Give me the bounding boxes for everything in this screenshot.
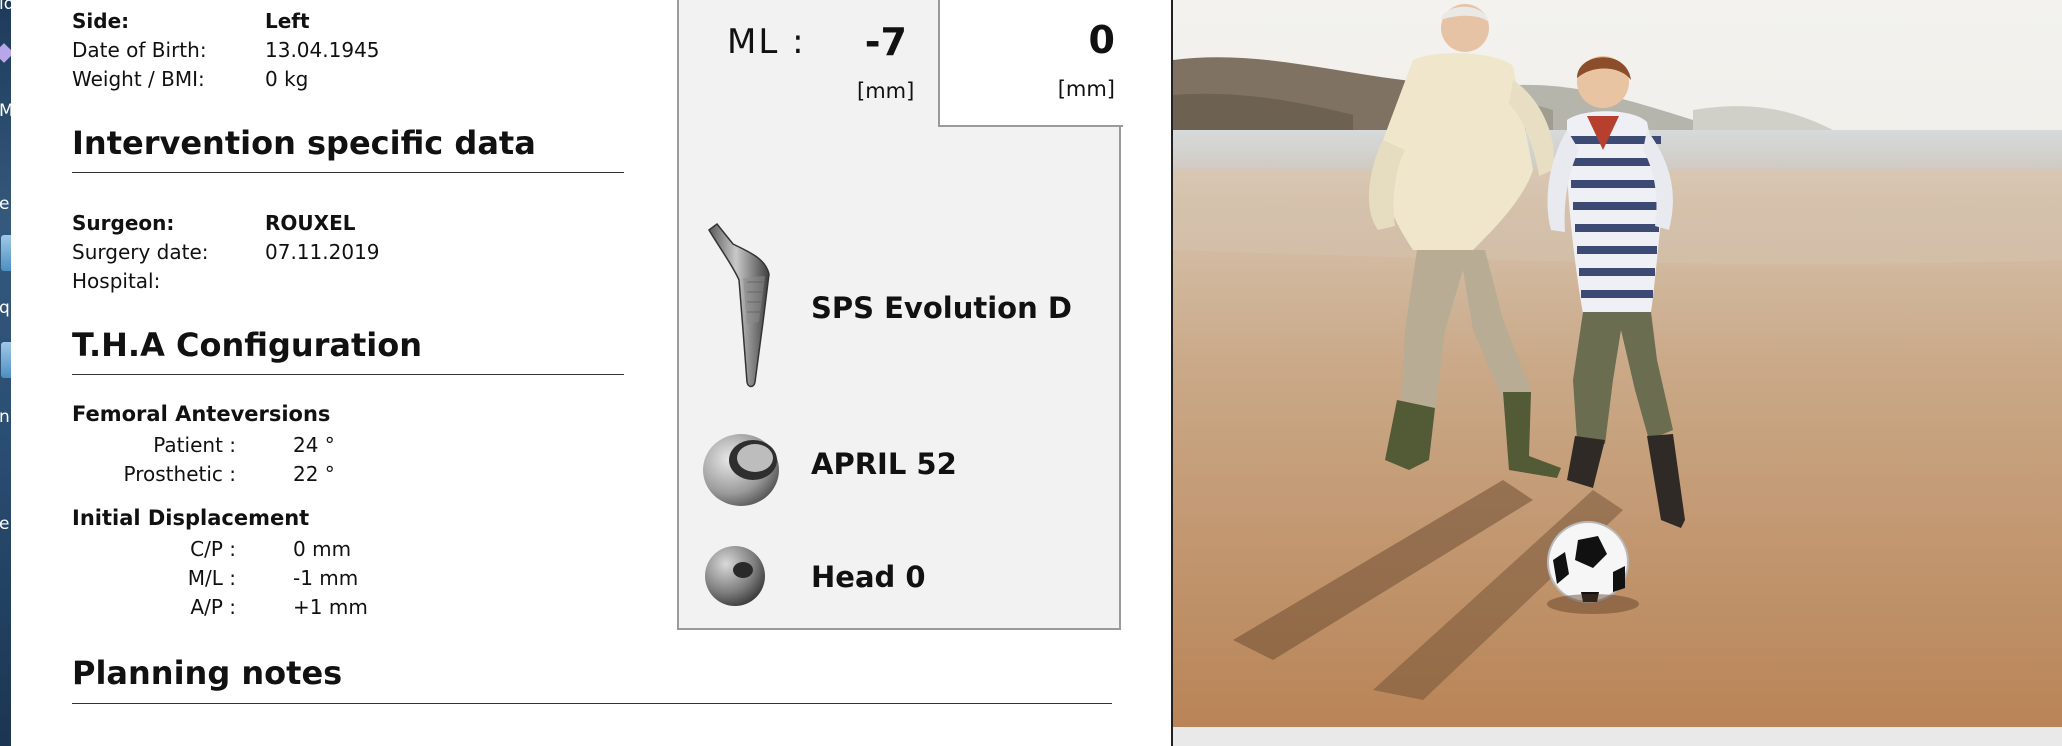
surgery-date-label: Surgery date: [72,240,209,264]
prosthetic-anteversion-value: 22 ° [293,462,335,486]
ml-label: M/L : [187,566,236,590]
surgeon-label: Surgeon: [72,211,175,235]
cup-name: APRIL 52 [811,447,957,481]
desktop-label: e [0,194,10,214]
dob-label: Date of Birth: [72,38,207,62]
anteversions-title: Femoral Anteversions [72,402,331,426]
desktop-label: ld [0,0,11,14]
app-diamond-icon[interactable] [0,43,11,63]
section-divider [72,374,624,375]
photo-bottom-band [1173,727,2062,746]
section-divider [72,172,624,173]
stem-name: SPS Evolution D [811,291,1072,325]
tha-title: T.H.A Configuration [72,326,423,364]
desktop-label: q [0,298,10,318]
ml-value: -1 mm [293,566,359,590]
desktop-label: M [0,101,11,121]
desktop-app-icon[interactable] [1,235,11,271]
head-name: Head 0 [811,560,926,594]
femoral-head-icon [705,546,765,606]
intervention-title: Intervention specific data [72,124,536,162]
patient-anteversion-label: Patient : [153,433,236,457]
ml-measure-value: -7 [864,20,907,64]
ml-measure-label: ML : [727,22,806,62]
side-label: Side: [72,9,130,33]
patient-anteversion-value: 24 ° [293,433,335,457]
desktop-label: n [0,407,10,427]
surgeon-value: ROUXEL [265,211,356,235]
planning-notes-title: Planning notes [72,654,343,692]
desktop-label: e [0,514,10,534]
offset-box: 0 [mm] [938,0,1123,127]
desktop-app-icon[interactable] [1,342,11,378]
weight-value: 0 kg [265,67,309,91]
displacement-title: Initial Displacement [72,506,310,530]
acetabular-cup-icon [703,434,779,506]
weight-label: Weight / BMI: [72,67,205,91]
desktop-background-strip: ld M e q n e [0,0,11,746]
prosthetic-anteversion-label: Prosthetic : [123,462,236,486]
cp-label: C/P : [190,537,236,561]
ap-value: +1 mm [293,595,368,619]
hospital-label: Hospital: [72,269,161,293]
side-value: Left [265,9,310,33]
dob-value: 13.04.1945 [265,38,380,62]
section-divider [72,703,1112,704]
implant-panel: ML : -7 [mm] 0 [mm] SPS Evolution D APRI… [677,0,1123,630]
ap-label: A/P : [190,595,236,619]
beach-photo [1173,0,2062,727]
ml-measure-unit: [mm] [857,79,915,103]
femoral-stem-icon [708,222,770,388]
cp-value: 0 mm [293,537,352,561]
surgery-date-value: 07.11.2019 [265,240,380,264]
offset-unit: [mm] [1057,77,1115,101]
offset-value: 0 [1088,18,1115,62]
planning-report: Side: Left Date of Birth: 13.04.1945 Wei… [11,0,1172,746]
